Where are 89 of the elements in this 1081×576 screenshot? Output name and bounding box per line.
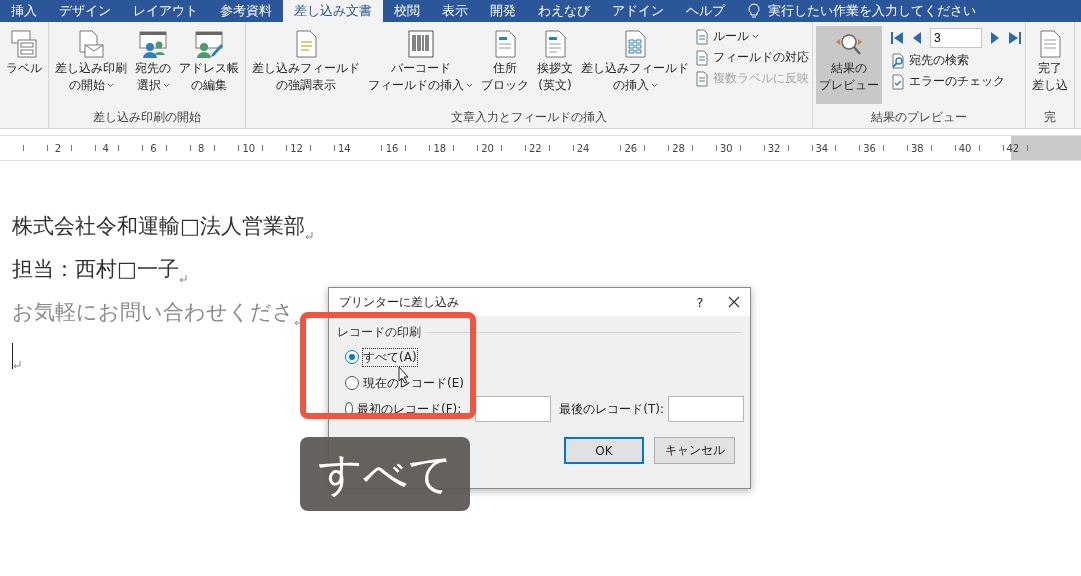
ruler-number: 18 (432, 141, 448, 156)
ruler-number: 22 (528, 141, 543, 156)
last-record-field[interactable] (668, 396, 745, 422)
document-text: お気軽にお問い合わせくださ (12, 299, 294, 326)
ribbon-button[interactable]: アドレス帳 の編集 (176, 26, 242, 104)
ruler-number: 38 (910, 141, 925, 156)
field-label: 最後のレコード(T): (559, 400, 665, 418)
dialog-button[interactable]: キャンセル (654, 437, 735, 464)
ribbon-button[interactable]: 住所 ブロック (478, 26, 532, 104)
caret-icon (650, 83, 658, 88)
document-text: 担当：西村□一子 (12, 256, 179, 283)
ruler-number: 10 (241, 141, 257, 156)
ruler-number: 34 (814, 141, 830, 156)
ruler-number: 8 (196, 141, 206, 156)
radio-label[interactable]: 現在のレコード(E) (363, 374, 464, 392)
ribbon-button[interactable]: ラベル (3, 26, 45, 104)
ruler-number: 14 (337, 141, 352, 156)
ruler-number: 42 (1005, 141, 1021, 156)
ruler-number: 24 (575, 141, 591, 156)
paragraph-mark-icon (178, 275, 187, 283)
group-label: 結果のプレビュー (870, 109, 968, 126)
ribbon-tab[interactable]: 開発 (479, 0, 527, 22)
record-number-field[interactable]: 3 (930, 28, 982, 48)
ribbon-tab[interactable]: アドイン (601, 0, 675, 22)
ribbon-tab[interactable]: 差し込み文書 (283, 0, 383, 22)
caret-icon (162, 83, 170, 88)
ribbon-tab[interactable]: 参考資料 (209, 0, 283, 22)
ribbon-tab[interactable]: 挿入 (0, 0, 48, 22)
dialog-title: プリンターに差し込み (339, 293, 460, 311)
ribbon-button[interactable]: 宛先の 選択 (132, 26, 174, 104)
ruler-number: 20 (480, 141, 495, 156)
ruler-number: 28 (671, 141, 686, 156)
ribbon-button[interactable]: 完了 差し込 (1029, 26, 1071, 104)
ruler-number: 4 (101, 141, 110, 156)
first-record-icon[interactable] (890, 31, 904, 45)
lightbulb-icon (748, 3, 760, 19)
paragraph-mark-icon (13, 361, 21, 369)
ribbon-tab[interactable]: レイアウト (122, 0, 209, 22)
last-record-icon[interactable] (1008, 31, 1022, 45)
ribbon-button[interactable]: 挨拶文 (英文) (534, 26, 576, 104)
check-document-icon (890, 73, 906, 90)
help-button[interactable]: ? (680, 294, 720, 310)
group-label: 完 (1043, 109, 1057, 126)
ribbon-button[interactable]: 結果の プレビュー (816, 26, 882, 104)
ribbon-small-button[interactable]: フィールドの対応 (694, 49, 809, 66)
first-record-field[interactable] (475, 396, 552, 422)
text-cursor (12, 343, 13, 369)
ribbon-button[interactable]: 差し込みフィールド の挿入 (578, 26, 692, 104)
document-text: 株式会社令和運輸□法人営業部 (12, 213, 305, 240)
ruler-number: 6 (149, 141, 158, 156)
ruler-number: 2 (53, 141, 63, 156)
labels-icon (8, 28, 40, 60)
radio-button[interactable] (345, 402, 353, 416)
group-heading: レコードの印刷 (337, 324, 421, 341)
ruler-number: 40 (957, 141, 973, 156)
ribbon-button[interactable]: バーコード フィールドの挿入 (365, 26, 476, 104)
ruler-number: 36 (862, 141, 877, 156)
ribbon-small-button[interactable]: 宛先の検索 (890, 52, 1022, 69)
tell-me-field[interactable]: 実行したい作業を入力してください (768, 2, 976, 20)
ribbon-small-button[interactable]: ルール (694, 28, 809, 45)
ribbon-tab[interactable]: わえなび (527, 0, 601, 22)
ruler-number: 30 (719, 141, 734, 156)
radio-button[interactable] (345, 376, 359, 390)
ribbon-button[interactable]: 差し込み印刷 の開始 (52, 26, 130, 104)
caret-icon (106, 83, 114, 88)
caret-icon (752, 34, 759, 39)
ribbon-tab[interactable]: デザイン (48, 0, 122, 22)
close-icon[interactable] (728, 296, 740, 308)
ruler-number: 26 (623, 141, 639, 156)
group-label: 差し込み印刷の開始 (92, 109, 202, 126)
ruler-number: 32 (766, 141, 782, 156)
ruler-number: 16 (384, 141, 400, 156)
radio-label[interactable]: すべて(A) (363, 348, 417, 366)
group-label: 文章入力とフィールドの挿入 (450, 109, 608, 126)
contacts-pen-icon (193, 28, 225, 60)
ribbon-tab[interactable]: 校閲 (383, 0, 431, 22)
paragraph-mark-icon (294, 318, 302, 326)
caption-overlay: すべて (300, 437, 470, 511)
caret-icon (466, 83, 473, 88)
ribbon-tab[interactable]: ヘルプ (675, 0, 736, 22)
ribbon-tab[interactable]: 表示 (431, 0, 479, 22)
search-icon (890, 52, 906, 69)
ruler-number: 12 (289, 141, 304, 156)
ribbon-button[interactable]: 差し込みフィールド の強調表示 (249, 26, 363, 104)
contacts-icon (137, 28, 169, 60)
dialog-button[interactable]: OK (564, 437, 644, 464)
radio-button[interactable] (345, 350, 359, 364)
paragraph-mark-icon (304, 232, 313, 240)
ribbon-small-button[interactable]: エラーのチェック (890, 73, 1022, 90)
